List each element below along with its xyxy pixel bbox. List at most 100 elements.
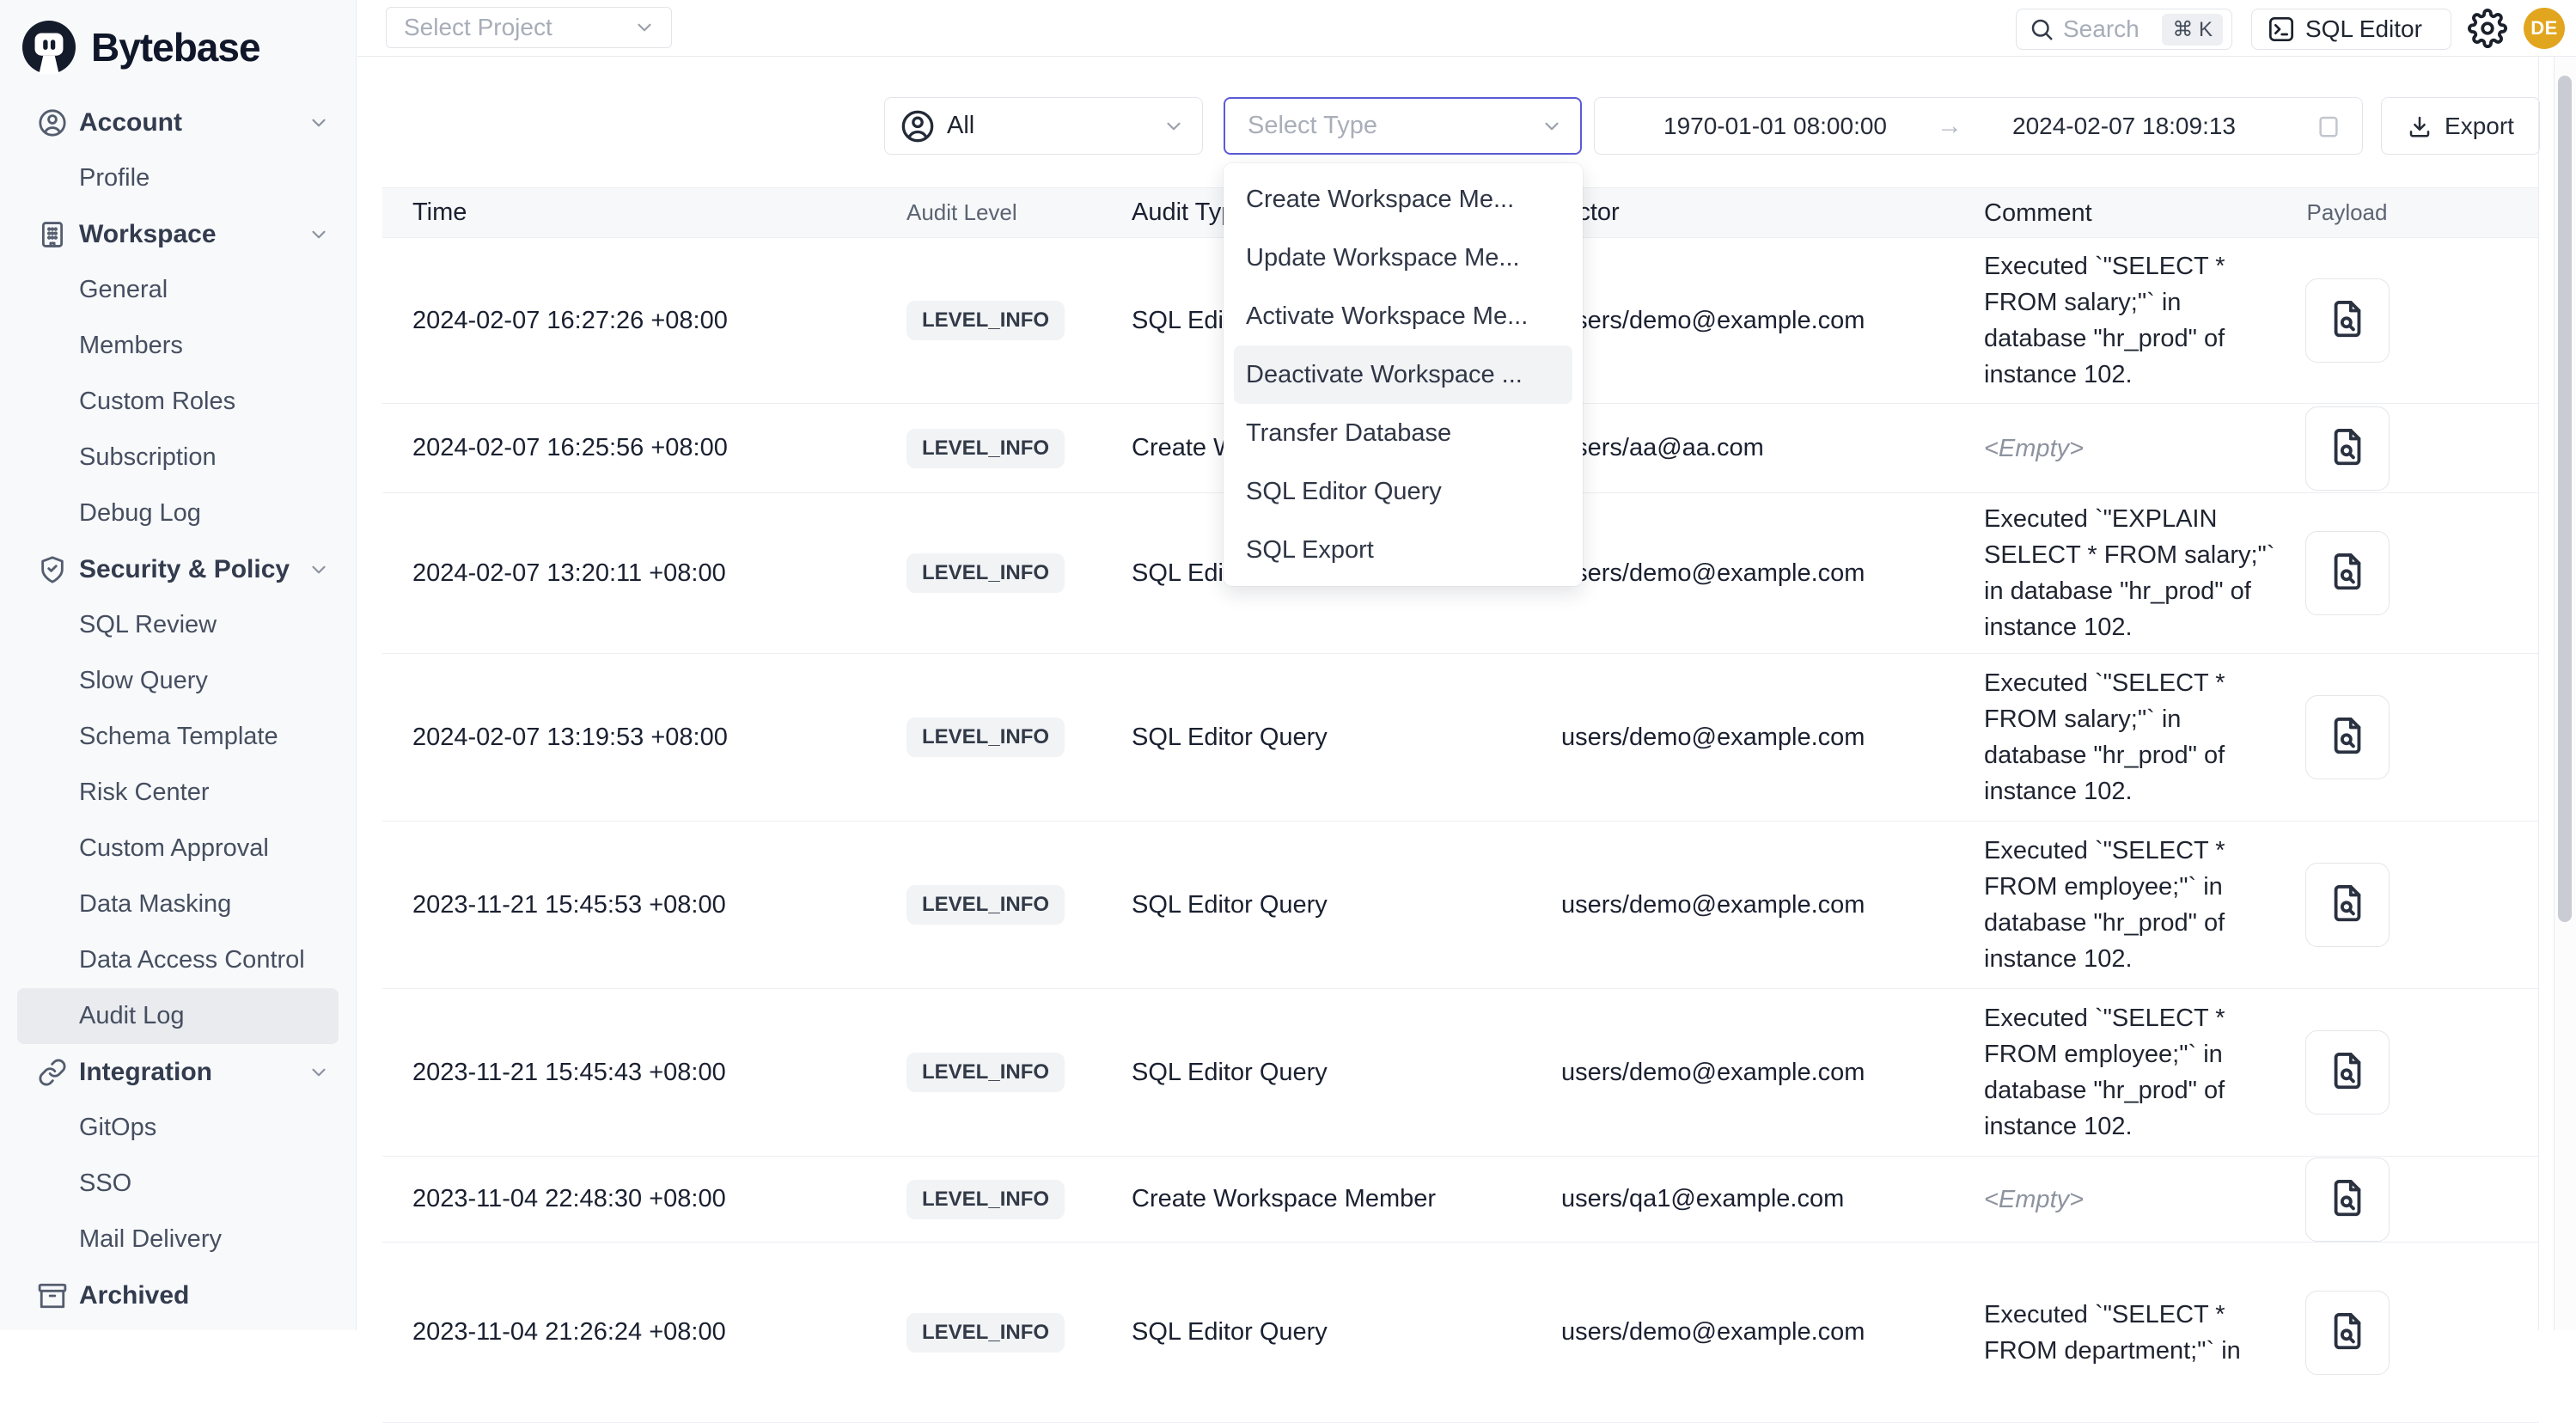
actor-filter-select[interactable]: All	[884, 97, 1203, 155]
search-input[interactable]: Search ⌘ K	[2016, 9, 2232, 50]
sidebar-item-label: SSO	[79, 1170, 131, 1198]
export-button[interactable]: Export	[2381, 97, 2540, 155]
payload-view-button[interactable]	[2305, 531, 2390, 615]
sidebar-item-custom-roles[interactable]: Custom Roles	[0, 374, 356, 430]
comment-cell: Executed `"SELECT * FROM department;"` i…	[1984, 1297, 2276, 1369]
audit-level-cell: LEVEL_INFO	[900, 553, 1132, 593]
date-range-picker[interactable]: 1970-01-01 08:00:00 → 2024-02-07 18:09:1…	[1594, 97, 2363, 155]
bytebase-logo[interactable]: Bytebase	[0, 0, 356, 82]
sidebar-item-audit-log[interactable]: Audit Log	[17, 988, 339, 1044]
sidebar-group-workspace[interactable]: Workspace	[0, 206, 356, 262]
time-cell: 2023-11-04 22:48:30 +08:00	[382, 1185, 900, 1213]
type-option-deactivate-workspace[interactable]: Deactivate Workspace ...	[1234, 345, 1572, 404]
link-icon	[38, 1058, 67, 1087]
bytebase-logo-icon	[22, 21, 76, 74]
payload-cell	[2276, 1030, 2418, 1115]
project-select[interactable]: Select Project	[386, 7, 672, 48]
type-option-sql-editor-query[interactable]: SQL Editor Query	[1224, 462, 1583, 521]
sql-editor-button[interactable]: SQL Editor	[2251, 9, 2451, 50]
sidebar-item-debug-log[interactable]: Debug Log	[0, 486, 356, 541]
sidebar-group-integration[interactable]: Integration	[0, 1044, 356, 1100]
sidebar-item-data-masking[interactable]: Data Masking	[0, 876, 356, 932]
sidebar-group-archived[interactable]: Archived	[0, 1267, 356, 1323]
payload-view-button[interactable]	[2305, 1291, 2390, 1375]
table-row: 2023-11-04 21:26:24 +08:00LEVEL_INFOSQL …	[382, 1243, 2539, 1423]
payload-cell	[2276, 1157, 2418, 1242]
sidebar-group-account[interactable]: Account	[0, 95, 356, 150]
audit-level-badge: LEVEL_INFO	[906, 429, 1065, 468]
type-option-transfer-database[interactable]: Transfer Database	[1224, 404, 1583, 462]
payload-cell	[2276, 406, 2418, 491]
audit-level-badge: LEVEL_INFO	[906, 1053, 1065, 1092]
avatar[interactable]: DE	[2524, 8, 2565, 49]
audit-type-cell: SQL Editor Query	[1132, 1318, 1561, 1347]
payload-view-button[interactable]	[2305, 406, 2390, 491]
sidebar-group-label: Integration	[79, 1058, 308, 1087]
comment-cell: Executed `"SELECT * FROM employee;"` in …	[1984, 833, 2276, 977]
time-cell: 2024-02-07 16:25:56 +08:00	[382, 434, 900, 462]
audit-level-cell: LEVEL_INFO	[900, 429, 1132, 468]
sidebar-group-security-policy[interactable]: Security & Policy	[0, 541, 356, 597]
payload-view-button[interactable]	[2305, 695, 2390, 779]
time-cell: 2024-02-07 16:27:26 +08:00	[382, 307, 900, 335]
sidebar-item-sso[interactable]: SSO	[0, 1156, 356, 1212]
content-right-edge	[2538, 57, 2539, 1330]
time-cell: 2024-02-07 13:20:11 +08:00	[382, 559, 900, 588]
sidebar-item-gitops[interactable]: GitOps	[0, 1100, 356, 1156]
sidebar-item-general[interactable]: General	[0, 262, 356, 318]
audit-level-badge: LEVEL_INFO	[906, 553, 1065, 593]
sql-editor-label: SQL Editor	[2305, 15, 2422, 43]
audit-type-cell: SQL Editor Query	[1132, 1059, 1561, 1087]
date-range-end[interactable]: 2024-02-07 18:09:13	[2012, 113, 2236, 140]
actor-cell: users/demo@example.com	[1561, 724, 1984, 752]
audit-level-cell: LEVEL_INFO	[900, 718, 1132, 757]
chevron-down-icon	[1163, 115, 1185, 137]
sidebar-item-data-access-control[interactable]: Data Access Control	[0, 932, 356, 988]
sidebar-group-label: Account	[79, 108, 308, 137]
type-option-update-workspace-me[interactable]: Update Workspace Me...	[1224, 229, 1583, 287]
sidebar-item-label: Slow Query	[79, 667, 208, 695]
audit-level-cell: LEVEL_INFO	[900, 885, 1132, 925]
audit-level-cell: LEVEL_INFO	[900, 1053, 1132, 1092]
payload-view-button[interactable]	[2305, 278, 2390, 363]
audit-type-cell: SQL Editor Query	[1132, 891, 1561, 919]
type-option-sql-export[interactable]: SQL Export	[1224, 521, 1583, 579]
export-label: Export	[2445, 113, 2514, 140]
sidebar-item-mail-delivery[interactable]: Mail Delivery	[0, 1212, 356, 1267]
actor-cell: users/qa1@example.com	[1561, 1185, 1984, 1213]
sidebar-item-custom-approval[interactable]: Custom Approval	[0, 821, 356, 876]
search-placeholder: Search	[2063, 15, 2162, 43]
terminal-icon	[2268, 15, 2295, 43]
shield-check-icon	[38, 555, 67, 584]
sidebar-item-profile[interactable]: Profile	[0, 150, 356, 206]
col-time: Time	[382, 198, 900, 227]
scrollbar-thumb[interactable]	[2558, 76, 2572, 922]
sidebar-group-label: Archived	[79, 1281, 330, 1310]
type-filter-select[interactable]: Select Type	[1224, 97, 1582, 155]
time-cell: 2023-11-21 15:45:43 +08:00	[382, 1059, 900, 1087]
payload-view-button[interactable]	[2305, 1030, 2390, 1115]
gear-icon[interactable]	[2468, 9, 2507, 48]
sidebar-item-slow-query[interactable]: Slow Query	[0, 653, 356, 709]
payload-view-button[interactable]	[2305, 1157, 2390, 1242]
sidebar-item-label: Schema Template	[79, 723, 278, 751]
sidebar-item-label: Debug Log	[79, 499, 201, 528]
sidebar-item-subscription[interactable]: Subscription	[0, 430, 356, 486]
table-row: 2023-11-21 15:45:53 +08:00LEVEL_INFOSQL …	[382, 821, 2539, 989]
type-option-create-workspace-me[interactable]: Create Workspace Me...	[1224, 170, 1583, 229]
sidebar-item-members[interactable]: Members	[0, 318, 356, 374]
sidebar-item-sql-review[interactable]: SQL Review	[0, 597, 356, 653]
sidebar-item-label: Custom Approval	[79, 834, 269, 863]
chevron-down-icon	[308, 1061, 330, 1084]
type-option-activate-workspace-me[interactable]: Activate Workspace Me...	[1224, 287, 1583, 345]
sidebar-item-schema-template[interactable]: Schema Template	[0, 709, 356, 765]
table-row: 2023-11-04 22:48:30 +08:00LEVEL_INFOCrea…	[382, 1157, 2539, 1243]
col-actor: Actor	[1561, 198, 1984, 227]
sidebar-item-label: Audit Log	[79, 1002, 185, 1030]
date-range-start[interactable]: 1970-01-01 08:00:00	[1663, 113, 1887, 140]
payload-view-button[interactable]	[2305, 863, 2390, 947]
payload-cell	[2276, 531, 2418, 615]
actor-cell: users/demo@example.com	[1561, 1318, 1984, 1347]
time-cell: 2023-11-21 15:45:53 +08:00	[382, 891, 900, 919]
sidebar-item-risk-center[interactable]: Risk Center	[0, 765, 356, 821]
